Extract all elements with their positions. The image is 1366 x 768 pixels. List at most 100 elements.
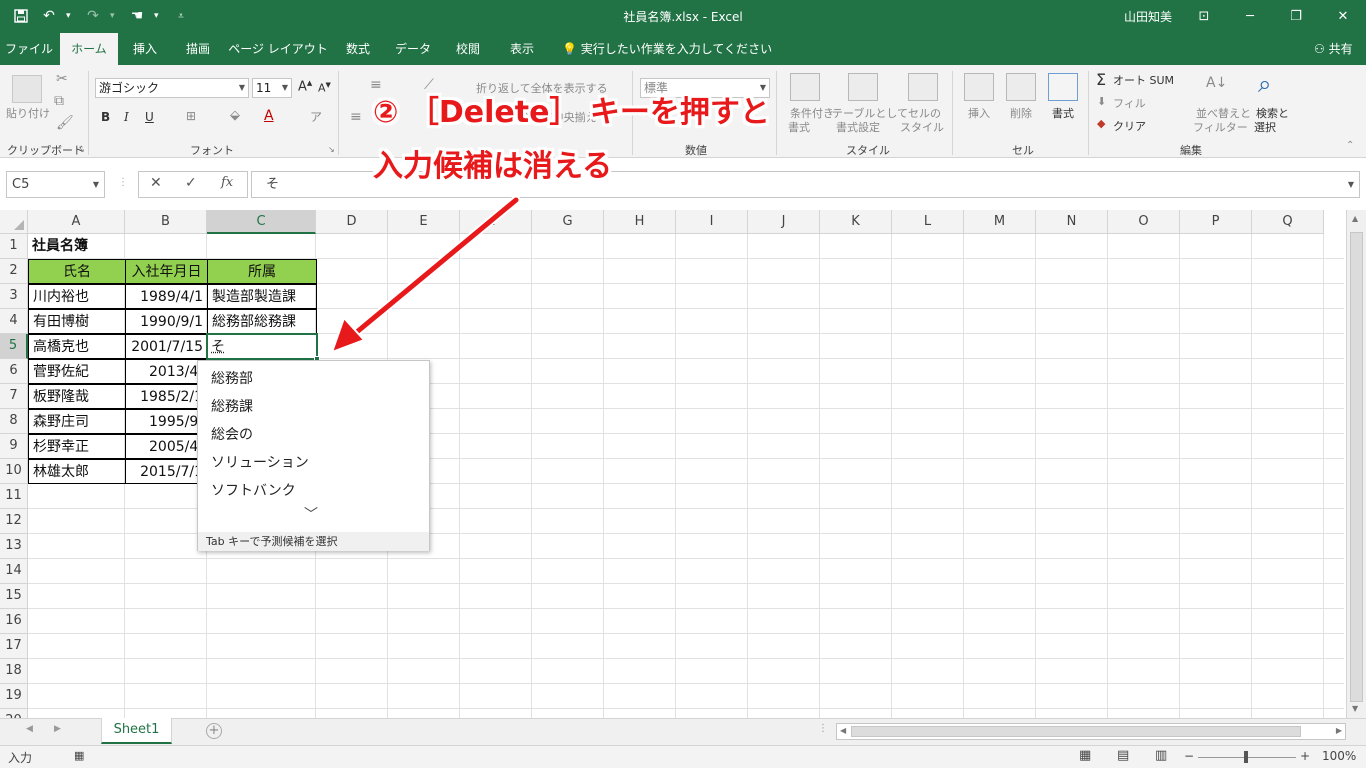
enter-icon[interactable]: ✓ xyxy=(185,175,197,191)
row-header-10[interactable]: 10 xyxy=(0,459,28,484)
name-cell[interactable]: 杉野幸正 xyxy=(28,434,126,459)
date-cell[interactable]: 2005/4/ xyxy=(125,434,208,459)
column-header-g[interactable]: G xyxy=(532,210,604,234)
find-select-icon[interactable]: ⌕ xyxy=(1258,70,1271,98)
autocomplete-item[interactable]: ソフトバンク xyxy=(211,480,296,500)
tell-me-box[interactable]: 💡 実行したい作業を入力してください xyxy=(562,33,772,65)
header-cell-dept[interactable]: 所属 xyxy=(207,259,317,284)
conditional-format-icon[interactable] xyxy=(790,73,820,101)
row-header-16[interactable]: 16 xyxy=(0,609,28,634)
row-header-7[interactable]: 7 xyxy=(0,384,28,409)
next-sheet-icon[interactable]: ▶ xyxy=(54,724,61,734)
scroll-left-icon[interactable]: ◀ xyxy=(840,726,846,735)
borders-icon[interactable]: ⊞ xyxy=(186,109,196,123)
column-header-o[interactable]: O xyxy=(1108,210,1180,234)
row-header-4[interactable]: 4 xyxy=(0,309,28,334)
macro-record-icon[interactable]: ▦ xyxy=(74,749,84,762)
vertical-scrollbar[interactable]: ▲ ▼ xyxy=(1346,210,1366,718)
horizontal-scrollbar[interactable]: ◀ ▶ xyxy=(836,723,1346,740)
column-header-n[interactable]: N xyxy=(1036,210,1108,234)
row-header-3[interactable]: 3 xyxy=(0,284,28,309)
font-launcher-icon[interactable]: ↘ xyxy=(328,145,335,154)
date-cell[interactable]: 2015/7/1 xyxy=(125,459,208,484)
autocomplete-item[interactable]: 総会の xyxy=(211,424,253,444)
row-header-12[interactable]: 12 xyxy=(0,509,28,534)
conditional-format-label-2[interactable]: 書式 xyxy=(788,121,810,134)
format-cells-icon[interactable] xyxy=(1048,73,1078,101)
row-header-2[interactable]: 2 xyxy=(0,259,28,284)
row-header-18[interactable]: 18 xyxy=(0,659,28,684)
active-cell-c5[interactable]: そ xyxy=(206,333,320,362)
column-header-c[interactable]: C xyxy=(207,210,316,234)
date-cell[interactable]: 1989/4/1 xyxy=(125,284,208,309)
grow-font-icon[interactable]: A▲ xyxy=(298,79,312,94)
find-select-label-2[interactable]: 選択 xyxy=(1254,121,1276,134)
zoom-out-button[interactable]: − xyxy=(1184,749,1194,763)
fill-label[interactable]: フィル xyxy=(1113,97,1146,110)
format-cells-label[interactable]: 書式 xyxy=(1052,107,1074,120)
row-header-11[interactable]: 11 xyxy=(0,484,28,509)
insert-cells-label[interactable]: 挿入 xyxy=(968,107,990,120)
autocomplete-item[interactable]: 総務部 xyxy=(211,368,253,388)
format-as-table-label-2[interactable]: 書式設定 xyxy=(836,121,880,134)
cell-styles-label-1[interactable]: セルの xyxy=(908,107,941,120)
tab-review[interactable]: 校閲 xyxy=(442,33,494,65)
column-header-i[interactable]: I xyxy=(676,210,748,234)
share-button[interactable]: ⚇ 共有 xyxy=(1314,33,1353,65)
drag-handle-icon[interactable]: ⋮ xyxy=(118,177,128,188)
close-button[interactable]: ✕ xyxy=(1320,3,1366,29)
date-cell[interactable]: 1990/9/1 xyxy=(125,309,208,334)
tab-home[interactable]: ホーム xyxy=(60,33,118,65)
tab-page-layout[interactable]: ページ レイアウト xyxy=(226,33,330,65)
row-header-17[interactable]: 17 xyxy=(0,634,28,659)
name-cell[interactable]: 川内裕也 xyxy=(28,284,126,309)
scroll-up-icon[interactable]: ▲ xyxy=(1352,214,1358,223)
vertical-scroll-thumb[interactable] xyxy=(1350,232,1363,702)
normal-view-icon[interactable]: ▦ xyxy=(1079,748,1091,763)
sheet-tab-sheet1[interactable]: Sheet1 xyxy=(101,718,172,744)
name-box[interactable]: C5 ▼ xyxy=(6,171,105,198)
tab-file[interactable]: ファイル xyxy=(0,33,58,65)
column-header-q[interactable]: Q xyxy=(1252,210,1324,234)
cell-styles-icon[interactable] xyxy=(908,73,938,101)
worksheet-grid[interactable]: ABCDEFGHIJKLMNOPQ 1 2 3 4 5 6 7 8 9 10 11 12 13 14 15 1… xyxy=(0,210,1366,718)
row-header-14[interactable]: 14 xyxy=(0,559,28,584)
name-cell[interactable]: 菅野佐紀 xyxy=(28,359,126,384)
dept-cell[interactable]: 製造部製造課 xyxy=(207,284,317,309)
zoom-slider-thumb[interactable] xyxy=(1244,751,1248,763)
zoom-in-button[interactable]: + xyxy=(1300,749,1310,763)
column-header-f[interactable]: F xyxy=(460,210,532,234)
name-cell[interactable]: 森野庄司 xyxy=(28,409,126,434)
cell-styles-label-2[interactable]: スタイル xyxy=(900,121,944,134)
date-cell[interactable]: 2013/4/ xyxy=(125,359,208,384)
paste-label[interactable]: 貼り付け xyxy=(6,107,50,120)
column-header-j[interactable]: J xyxy=(748,210,820,234)
ribbon-display-options-icon[interactable]: ⊡ xyxy=(1181,3,1227,29)
sort-filter-label-1[interactable]: 並べ替えと xyxy=(1196,107,1251,120)
name-cell[interactable]: 板野隆哉 xyxy=(28,384,126,409)
row-header-9[interactable]: 9 xyxy=(0,434,28,459)
font-size-combo[interactable]: 11 ▼ xyxy=(252,78,292,98)
scroll-right-icon[interactable]: ▶ xyxy=(1336,726,1342,735)
date-cell[interactable]: 1985/2/1 xyxy=(125,384,208,409)
collapse-ribbon-icon[interactable]: ⌃ xyxy=(1346,140,1354,151)
italic-button[interactable]: I xyxy=(124,110,129,124)
bold-button[interactable]: B xyxy=(101,110,110,124)
underline-button[interactable]: U xyxy=(145,110,154,124)
tab-data[interactable]: データ xyxy=(386,33,440,65)
sort-filter-label-2[interactable]: フィルター xyxy=(1193,121,1248,134)
tab-view[interactable]: 表示 xyxy=(496,33,548,65)
cancel-icon[interactable]: ✕ xyxy=(150,175,162,191)
name-cell[interactable]: 林雄太郎 xyxy=(28,459,126,484)
minimize-button[interactable]: ─ xyxy=(1227,3,1273,29)
sheet-title-cell[interactable]: 社員名簿 xyxy=(28,234,148,259)
column-header-p[interactable]: P xyxy=(1180,210,1252,234)
user-name[interactable]: 山田知美 xyxy=(1124,8,1172,25)
format-as-table-label-1[interactable]: テーブルとして xyxy=(832,107,908,120)
autocomplete-item[interactable]: ソリューション xyxy=(211,452,309,472)
dept-cell[interactable]: 総務部総務課 xyxy=(207,309,317,334)
tab-draw[interactable]: 描画 xyxy=(172,33,224,65)
header-cell-name[interactable]: 氏名 xyxy=(28,259,126,284)
delete-cells-icon[interactable] xyxy=(1006,73,1036,101)
restore-button[interactable]: ❐ xyxy=(1273,3,1319,29)
